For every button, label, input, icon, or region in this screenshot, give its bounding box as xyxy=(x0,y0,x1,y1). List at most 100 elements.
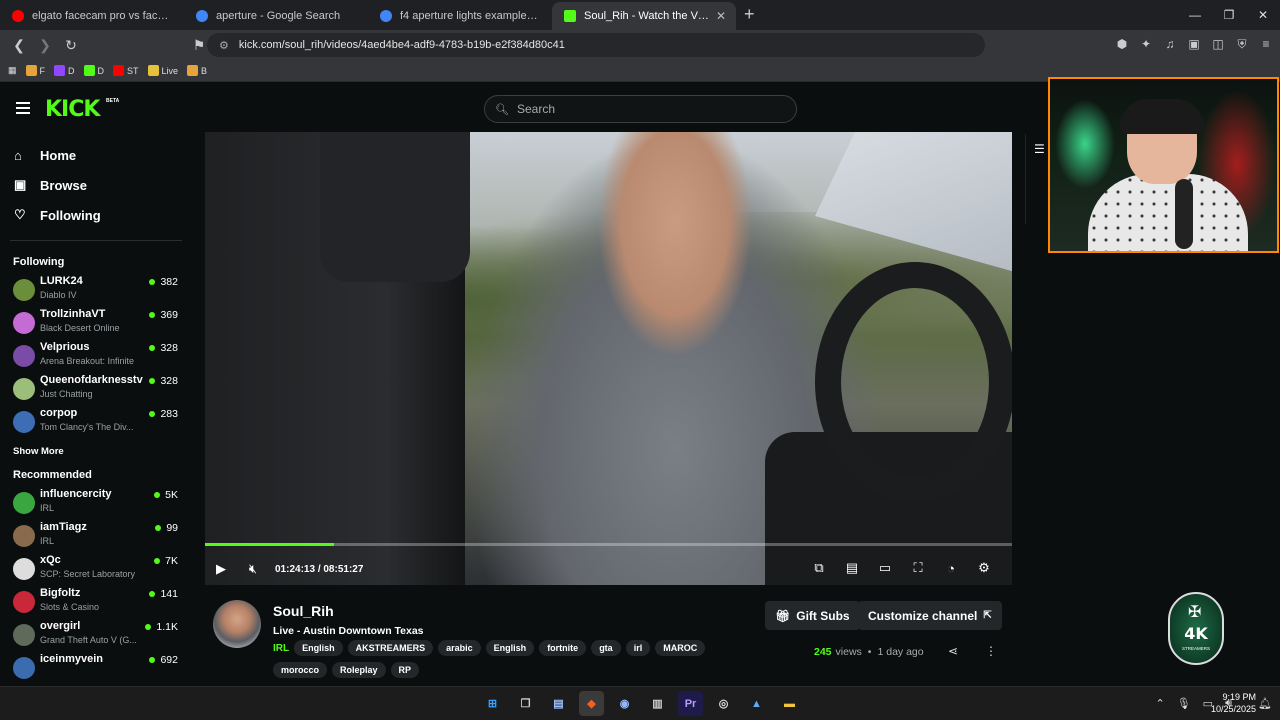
app-icon[interactable]: ▤ xyxy=(546,691,571,716)
expand-chat-icon[interactable]: ☰ xyxy=(1034,142,1045,156)
brave-browser-icon[interactable]: ◆ xyxy=(579,691,604,716)
live-dot-icon xyxy=(149,411,156,417)
sidebar-item-home[interactable]: ⌂ Home xyxy=(0,140,192,170)
new-tab-button[interactable]: + xyxy=(744,4,755,25)
tag-chip[interactable]: RP xyxy=(390,662,420,678)
bookmark-item[interactable]: D xyxy=(54,65,75,76)
channel-name[interactable]: Soul_Rih xyxy=(273,603,334,619)
browser-tab-active[interactable]: Soul_Rih - Watch the VOD on Kic ✕ xyxy=(552,2,736,30)
customize-channel-button[interactable]: Customize channel ⇱ xyxy=(858,601,1002,630)
obs-icon[interactable]: ◎ xyxy=(711,691,736,716)
channel-item[interactable]: Queenofdarknesstv Just Chatting 328 xyxy=(0,372,192,405)
maximize-icon[interactable]: ❐ xyxy=(1212,0,1246,30)
notification-bell-icon[interactable]: 🔔︎ xyxy=(1258,697,1272,710)
browser-tab[interactable]: elgato facecam pro vs facecam 4k - Y xyxy=(0,2,184,30)
video-player[interactable]: ▶ 🔇︎ 01:24:13 / 08:51:27 ⧉ ▤ ▭ ⛶ ◔ ⚙ xyxy=(193,132,1025,586)
miniplayer-icon[interactable]: ⧉ xyxy=(803,552,835,584)
bookmark-item[interactable]: Live xyxy=(147,65,178,76)
sidebar-item-following[interactable]: ♡ Following xyxy=(0,200,192,230)
tag-chip[interactable]: morocco xyxy=(273,662,328,678)
bookmark-item[interactable]: B xyxy=(187,65,207,76)
avatar xyxy=(13,312,35,334)
channel-item[interactable]: corpop Tom Clancy's The Div... 283 xyxy=(0,405,192,438)
kick-logo[interactable]: KICK xyxy=(45,97,100,122)
site-info-icon[interactable]: ⚙ xyxy=(219,39,229,52)
category-link[interactable]: IRL xyxy=(273,640,289,656)
close-tab-icon[interactable]: ✕ xyxy=(716,9,726,23)
vpn-icon[interactable]: ⛨ xyxy=(1234,36,1250,52)
channel-item[interactable]: iamTiagz IRL 99 xyxy=(0,519,192,552)
video-frame[interactable] xyxy=(205,132,1012,585)
browser-tab[interactable]: aperture - Google Search xyxy=(184,2,368,30)
live-dot-icon xyxy=(154,492,161,498)
back-icon[interactable]: ❮ xyxy=(8,34,30,56)
close-window-icon[interactable]: ✕ xyxy=(1246,0,1280,30)
task-view-icon[interactable]: ❐ xyxy=(513,691,538,716)
tag-chip[interactable]: arabic xyxy=(438,640,481,656)
tag-chip[interactable]: English xyxy=(294,640,343,656)
search-placeholder: Search xyxy=(516,102,555,116)
premiere-pro-icon[interactable]: Pr xyxy=(678,691,703,716)
minimize-icon[interactable]: — xyxy=(1178,0,1212,30)
hamburger-menu-icon[interactable] xyxy=(16,102,30,114)
channel-item[interactable]: TrollzinhaVT Black Desert Online 369 xyxy=(0,306,192,339)
tag-chip[interactable]: irl xyxy=(625,640,651,656)
progress-bar[interactable] xyxy=(205,543,1012,546)
reload-icon[interactable]: ↻ xyxy=(60,34,82,56)
file-explorer-icon[interactable]: ▬ xyxy=(777,691,802,716)
address-bar[interactable]: ⚙ kick.com/soul_rih/videos/4aed4be4-adf9… xyxy=(207,33,985,57)
bookmark-item[interactable]: F xyxy=(25,65,45,76)
play-button[interactable]: ▶ xyxy=(205,553,237,585)
browser-tab[interactable]: f4 aperture lights examples - Google xyxy=(368,2,552,30)
live-dot-icon xyxy=(155,525,162,531)
settings-gear-icon[interactable]: ⚙ xyxy=(968,552,1000,584)
media-icon[interactable]: ♫ xyxy=(1162,36,1178,52)
gift-subs-button[interactable]: 🎁︎ Gift Subs xyxy=(765,601,860,630)
extension-icon[interactable]: ⬢ xyxy=(1114,36,1130,52)
chevron-up-icon[interactable]: ⌃ xyxy=(1155,697,1164,710)
bookmark-item[interactable]: D xyxy=(83,65,104,76)
avatar xyxy=(13,345,35,367)
channel-item[interactable]: influencercity IRL 5K xyxy=(0,486,192,519)
playback-speed-icon[interactable]: ◔ xyxy=(935,552,967,584)
show-more-button[interactable]: Show More xyxy=(0,438,192,464)
wallet-icon[interactable]: ◫ xyxy=(1210,36,1226,52)
channel-item[interactable]: overgirl Grand Theft Auto V (G... 1.1K xyxy=(0,618,192,651)
sidebar-item-browse[interactable]: ▣ Browse xyxy=(0,170,192,200)
chat-collapse-strip: ☰ xyxy=(1025,134,1048,224)
theater-mode-icon[interactable]: ▭ xyxy=(869,552,901,584)
tag-chip[interactable]: Roleplay xyxy=(332,662,386,678)
channel-item[interactable]: Velprious Arena Breakout: Infinite 328 xyxy=(0,339,192,372)
photos-icon[interactable]: ▲ xyxy=(744,691,769,716)
search-input[interactable]: 🔍︎ Search xyxy=(484,95,797,123)
forward-icon[interactable]: ❯ xyxy=(34,34,56,56)
clip-icon[interactable]: ▤ xyxy=(836,552,868,584)
channel-item[interactable]: iceinmyvein 692 xyxy=(0,651,192,684)
windows-start-icon[interactable]: ⊞ xyxy=(480,691,505,716)
steam-icon[interactable]: ◉ xyxy=(612,691,637,716)
bookmark-item[interactable]: ST xyxy=(113,65,139,76)
clock[interactable]: 9:19 PM 10/25/2025 xyxy=(1211,691,1256,715)
menu-icon[interactable]: ≡ xyxy=(1258,36,1274,52)
tag-chip[interactable]: gta xyxy=(591,640,621,656)
tag-chip[interactable]: fortnite xyxy=(539,640,587,656)
audio-app-icon[interactable]: ▥ xyxy=(645,691,670,716)
more-options-icon[interactable]: ⋮ xyxy=(985,644,997,658)
tab-title: Soul_Rih - Watch the VOD on Kic xyxy=(584,10,710,22)
extensions-puzzle-icon[interactable]: ✦ xyxy=(1138,36,1154,52)
tag-chip[interactable]: English xyxy=(485,640,535,656)
share-icon[interactable]: ⋖ xyxy=(948,644,958,658)
tag-chip[interactable]: AKSTREAMERS xyxy=(347,640,434,656)
sidebar-icon[interactable]: ▣ xyxy=(1186,36,1202,52)
tag-chip[interactable]: MAROC xyxy=(655,640,706,656)
webcam-cap xyxy=(1120,99,1204,134)
mute-icon[interactable]: 🔇︎ xyxy=(237,553,269,585)
channel-item[interactable]: Bigfoltz Slots & Casino 141 xyxy=(0,585,192,618)
microphone-icon[interactable]: 🎙︎ xyxy=(1177,697,1191,710)
browser-toolbar: ❮ ❯ ↻ ⚑ ⚙ kick.com/soul_rih/videos/4aed4… xyxy=(0,30,1280,60)
apps-grid-icon[interactable]: ▦ xyxy=(8,65,17,76)
channel-item[interactable]: xQc SCP: Secret Laboratory 7K xyxy=(0,552,192,585)
channel-item[interactable]: LURK24 Diablo IV 382 xyxy=(0,273,192,306)
fullscreen-icon[interactable]: ⛶ xyxy=(902,552,934,584)
channel-avatar[interactable] xyxy=(213,600,261,648)
